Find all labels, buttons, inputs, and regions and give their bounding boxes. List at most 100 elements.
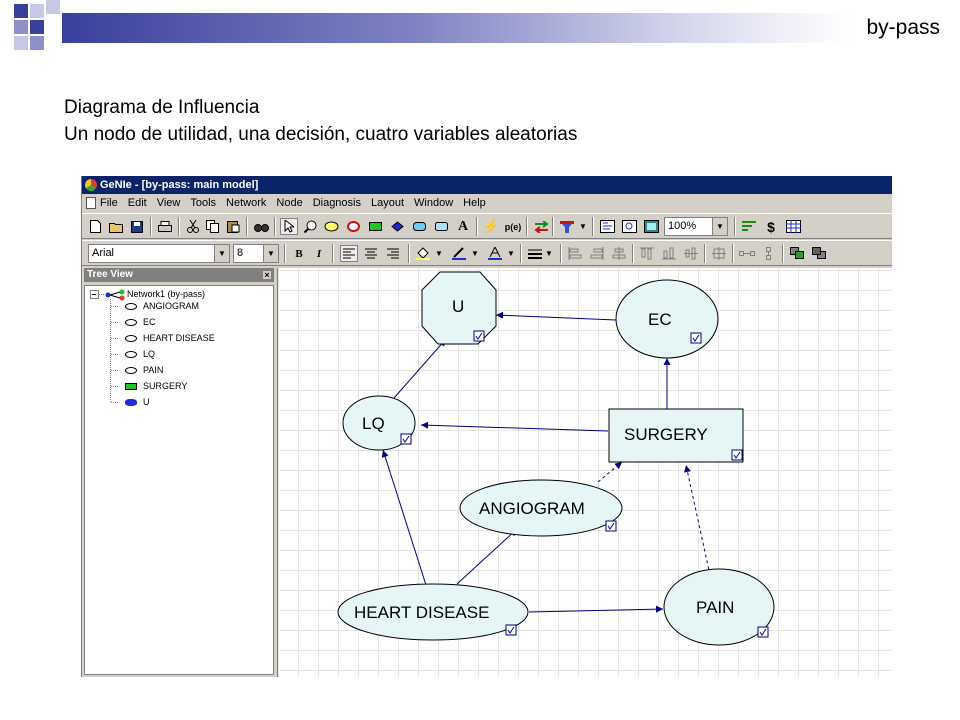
toolbar-separator	[178, 217, 180, 236]
node-pain[interactable]: PAIN	[663, 568, 775, 646]
zoom-window-icon[interactable]	[620, 218, 638, 235]
menu-diagnosis[interactable]: Diagnosis	[308, 194, 366, 212]
toolbar-separator	[284, 244, 286, 263]
align-nodes-top-icon[interactable]	[638, 245, 656, 262]
submodel-icon[interactable]	[432, 218, 450, 235]
paste-icon[interactable]	[224, 218, 242, 235]
menu-node[interactable]: Node	[271, 194, 307, 212]
select-arrow-icon[interactable]	[280, 218, 298, 235]
arc-surgery-lq[interactable]	[420, 421, 609, 432]
menu-help[interactable]: Help	[458, 194, 491, 212]
probability-icon[interactable]: p(e)	[504, 218, 522, 235]
italic-button[interactable]: I	[310, 245, 328, 262]
arc-heart-disease-angiogram[interactable]	[456, 528, 518, 585]
checkbox-icon	[473, 330, 485, 342]
line-width-icon[interactable]	[526, 245, 544, 262]
zoom-select[interactable]: 100% ▼	[664, 217, 728, 236]
toolbar-separator	[552, 217, 554, 236]
genie-window: GeNIe - [by-pass: main model] File Edit Vi…	[81, 176, 892, 677]
chevron-down-icon[interactable]: ▼	[712, 218, 727, 235]
filter-icon[interactable]	[558, 218, 576, 235]
fit-icon[interactable]	[598, 218, 616, 235]
decision-node-icon[interactable]	[366, 218, 384, 235]
document-icon[interactable]	[86, 197, 96, 209]
align-nodes-middle-icon[interactable]	[682, 245, 700, 262]
node-ec[interactable]: EC	[615, 279, 719, 359]
arc-heart-disease-pain[interactable]	[528, 605, 664, 613]
chevron-down-icon[interactable]: ▼	[263, 245, 278, 262]
bold-button[interactable]: B	[290, 245, 308, 262]
align-nodes-right-icon[interactable]	[588, 245, 606, 262]
align-nodes-bottom-icon[interactable]	[660, 245, 678, 262]
toolbar-separator	[526, 217, 528, 236]
node-u-label: U	[452, 297, 464, 316]
distribute-icon[interactable]	[710, 245, 728, 262]
zoom-icon[interactable]	[301, 218, 319, 235]
arc-pain-surgery[interactable]	[684, 464, 711, 576]
cost-icon[interactable]: $	[762, 218, 780, 235]
font-color-icon[interactable]	[486, 245, 504, 262]
node-heart-disease[interactable]: HEART DISEASE	[337, 583, 529, 641]
align-nodes-center-icon[interactable]	[610, 245, 628, 262]
bring-to-front-icon[interactable]	[788, 245, 806, 262]
arc-heart-disease-lq[interactable]	[381, 449, 427, 586]
chevron-down-icon[interactable]: ▼	[214, 245, 229, 262]
arc-lq-u[interactable]	[393, 338, 447, 399]
filter-dropdown-icon[interactable]: ▼	[578, 218, 588, 235]
screen-icon[interactable]	[642, 218, 660, 235]
font-size-select[interactable]: 8 ▼	[233, 244, 279, 263]
fill-color-dropdown-icon[interactable]: ▼	[434, 245, 444, 262]
line-color-icon[interactable]	[450, 245, 468, 262]
deterministic-node-icon[interactable]	[344, 218, 362, 235]
window-titlebar[interactable]: GeNIe - [by-pass: main model]	[82, 176, 892, 194]
menu-view[interactable]: View	[152, 194, 186, 212]
new-file-icon[interactable]	[86, 218, 104, 235]
align-center-icon[interactable]	[362, 245, 380, 262]
close-icon[interactable]: ×	[262, 270, 272, 280]
tree-item-label: PAIN	[143, 365, 164, 375]
update-icon[interactable]: ⚡	[482, 218, 500, 235]
send-to-back-icon[interactable]	[810, 245, 828, 262]
align-right-icon[interactable]	[384, 245, 402, 262]
font-size-value: 8	[237, 247, 244, 259]
node-lq[interactable]: LQ	[342, 395, 416, 451]
menu-edit[interactable]: Edit	[123, 194, 152, 212]
align-nodes-left-icon[interactable]	[566, 245, 584, 262]
align-left-icon[interactable]	[340, 245, 358, 262]
arc-angiogram-surgery[interactable]	[597, 461, 623, 483]
node-heart-disease-label: HEART DISEASE	[354, 603, 489, 622]
utility-node-icon[interactable]	[388, 218, 406, 235]
table-icon[interactable]	[784, 218, 802, 235]
node-surgery[interactable]: SURGERY	[608, 408, 744, 463]
chance-node-icon[interactable]	[322, 218, 340, 235]
find-icon[interactable]	[252, 218, 270, 235]
menu-tools[interactable]: Tools	[185, 194, 221, 212]
sort-icon[interactable]	[740, 218, 758, 235]
arc-icon[interactable]	[532, 218, 550, 235]
font-color-dropdown-icon[interactable]: ▼	[506, 245, 516, 262]
utility-node-icon	[125, 399, 137, 406]
space-vertical-icon[interactable]	[760, 245, 778, 262]
copy-icon[interactable]	[204, 218, 222, 235]
open-folder-icon[interactable]	[107, 218, 125, 235]
mau-node-icon[interactable]	[410, 218, 428, 235]
fill-color-icon[interactable]	[414, 245, 432, 262]
diagram-canvas[interactable]: U EC LQ SURGERY ANGIOGRAM HEART DISEASE …	[277, 268, 892, 677]
genie-app-icon	[85, 179, 97, 191]
line-color-dropdown-icon[interactable]: ▼	[470, 245, 480, 262]
checkbox-icon	[605, 520, 617, 532]
print-icon[interactable]	[156, 218, 174, 235]
arc-ec-u[interactable]	[495, 311, 617, 321]
cut-icon[interactable]	[184, 218, 202, 235]
slide-title-line-1: Diagrama de Influencia	[64, 97, 260, 118]
line-width-dropdown-icon[interactable]: ▼	[544, 245, 554, 262]
space-horizontal-icon[interactable]	[738, 245, 756, 262]
font-name-select[interactable]: Arial ▼	[88, 244, 230, 263]
menu-layout[interactable]: Layout	[366, 194, 409, 212]
text-icon[interactable]: A	[454, 218, 472, 235]
menu-network[interactable]: Network	[221, 194, 271, 212]
node-angiogram[interactable]: ANGIOGRAM	[459, 479, 623, 537]
save-icon[interactable]	[128, 218, 146, 235]
menu-window[interactable]: Window	[409, 194, 458, 212]
node-u[interactable]: U	[421, 271, 497, 345]
